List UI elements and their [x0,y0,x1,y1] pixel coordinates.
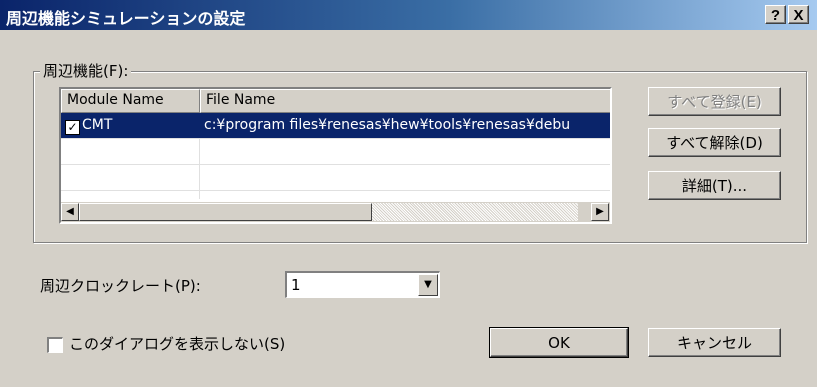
scroll-left-icon[interactable]: ◀ [61,203,79,221]
list-header: Module Name File Name [61,89,610,113]
module-name-cell: ✓ CMT [65,113,197,139]
close-button[interactable]: X [788,5,809,24]
horizontal-scrollbar[interactable]: ◀ ▶ [61,202,610,222]
table-row[interactable] [61,139,610,165]
column-header-module-name[interactable]: Module Name [61,89,200,113]
file-name-cell: c:¥program files¥renesas¥hew¥tools¥renes… [204,117,571,133]
dont-show-checkbox[interactable] [47,337,63,353]
peripheral-group-label: 周辺機能(F): [40,60,132,81]
title-bar: 周辺機能シミュレーションの設定 ? X [0,0,817,30]
clock-rate-select[interactable]: 1 ▼ [285,271,440,298]
window-title: 周辺機能シミュレーションの設定 [6,9,246,28]
chevron-down-icon[interactable]: ▼ [418,274,438,296]
module-checkbox[interactable]: ✓ [65,120,80,135]
register-all-button[interactable]: すべて登録(E) [648,87,781,116]
peripheral-list[interactable]: Module Name File Name ✓ CMT c:¥program fi… [59,87,612,224]
scroll-right-icon[interactable]: ▶ [591,203,609,221]
table-row[interactable]: ✓ CMT c:¥program files¥renesas¥hew¥tools¥… [61,113,610,139]
dont-show-label[interactable]: このダイアログを表示しない(S) [69,333,285,354]
clock-rate-value: 1 [291,276,301,294]
scrollbar-track[interactable] [372,203,578,221]
release-all-button[interactable]: すべて解除(D) [648,128,781,157]
help-button[interactable]: ? [765,5,786,24]
table-row[interactable] [61,165,610,191]
scrollbar-thumb[interactable] [79,203,372,221]
column-header-file-name[interactable]: File Name [200,89,610,113]
clock-rate-label: 周辺クロックレート(P): [40,277,201,295]
details-button[interactable]: 詳細(T)... [648,171,781,200]
ok-button[interactable]: OK [489,327,629,358]
module-name-text: CMT [82,117,113,133]
cancel-button[interactable]: キャンセル [648,328,781,357]
